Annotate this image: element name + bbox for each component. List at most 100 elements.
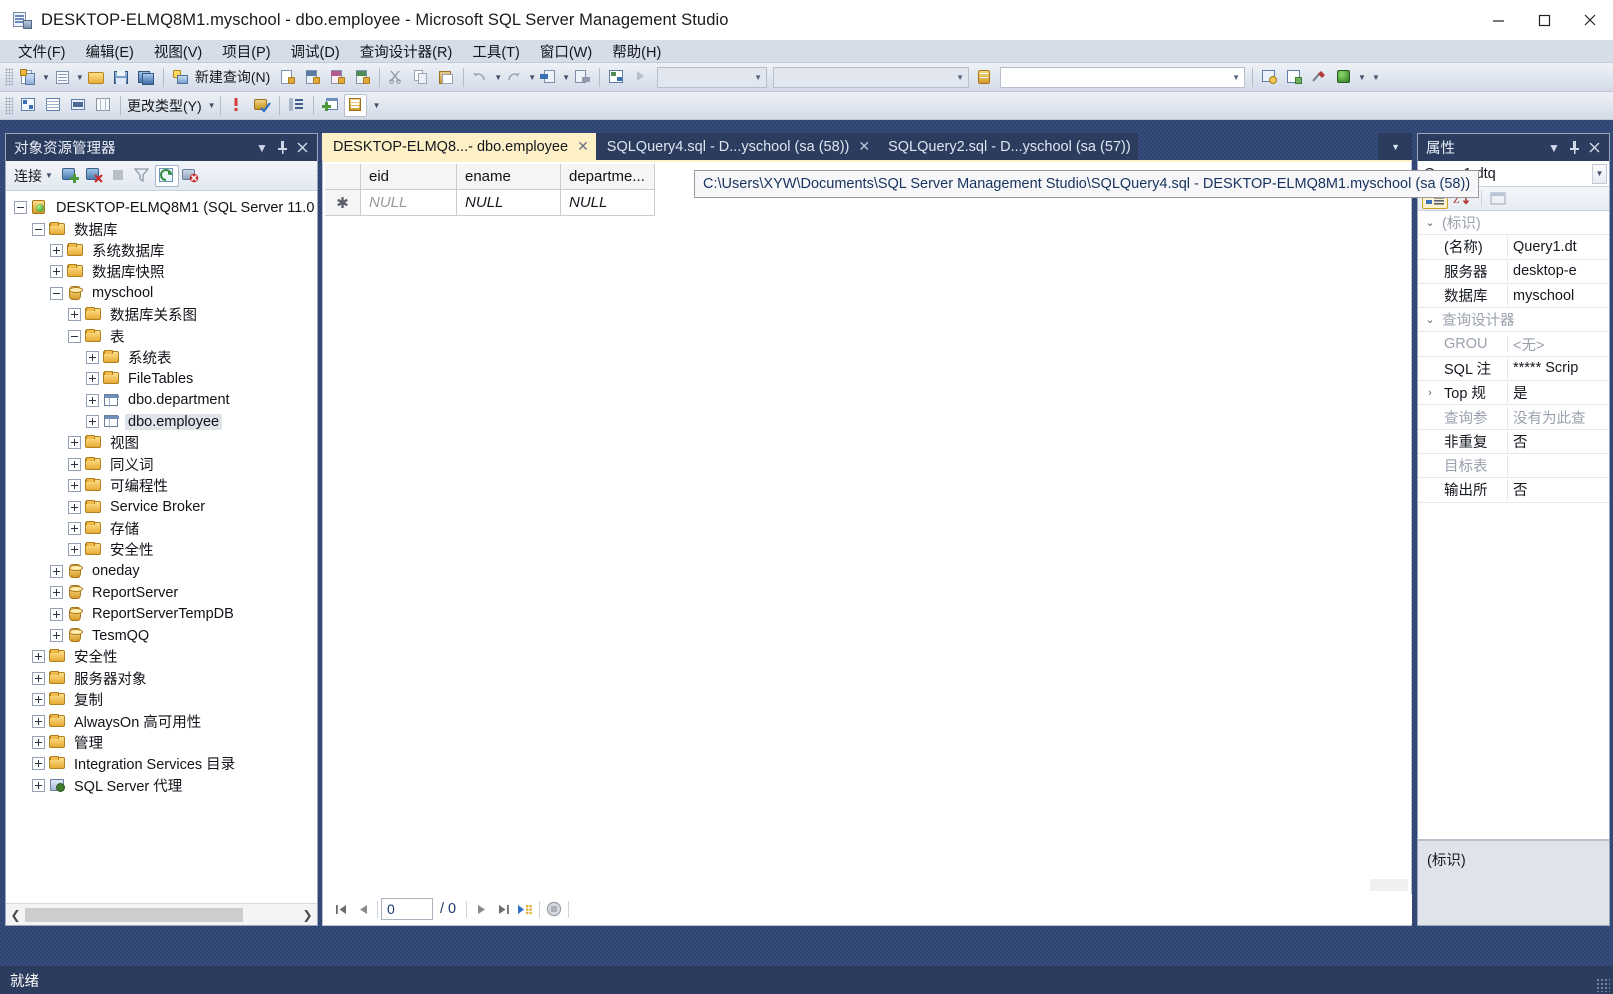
tree-node[interactable]: 数据库快照 — [6, 261, 317, 282]
pin-icon[interactable] — [273, 138, 291, 158]
expand-icon[interactable] — [50, 607, 63, 621]
grid-header-eid[interactable]: eid — [361, 164, 457, 190]
property-row[interactable]: › Top 规是 — [1418, 381, 1609, 406]
tree-node[interactable]: 服务器对象 — [6, 668, 317, 689]
save-all-button[interactable] — [135, 66, 158, 89]
tree-node[interactable]: 系统表 — [6, 347, 317, 368]
tree-node[interactable]: dbo.department — [6, 390, 317, 411]
maximize-button[interactable] — [1521, 0, 1567, 40]
menu-project[interactable]: 项目(P) — [213, 40, 279, 63]
grid-cell-eid[interactable]: NULL — [361, 190, 457, 216]
tree-node[interactable]: oneday — [6, 561, 317, 582]
cut-button[interactable] — [385, 66, 408, 89]
scroll-left-icon[interactable]: ❮ — [6, 905, 25, 925]
tree-node[interactable]: Service Broker — [6, 496, 317, 517]
navigate-backward-button[interactable] — [537, 66, 560, 89]
panel-dropdown-icon[interactable]: ▼ — [253, 138, 271, 158]
property-group-row[interactable]: ⌄ (标识) — [1418, 211, 1609, 236]
tree-node[interactable]: ReportServerTempDB — [6, 603, 317, 624]
last-record-button[interactable] — [492, 898, 514, 920]
tree-node[interactable]: 安全性 — [6, 646, 317, 667]
help-dropdown-icon[interactable]: ▼ — [1358, 73, 1366, 82]
property-value[interactable]: 否 — [1508, 479, 1528, 500]
property-row[interactable]: 输出所否 — [1418, 478, 1609, 503]
toolbar-overflow-icon[interactable]: ▼ — [373, 101, 381, 110]
window-resize-grip-icon[interactable] — [1596, 978, 1610, 992]
cancel-refresh-button[interactable] — [179, 165, 203, 187]
expand-icon[interactable] — [68, 436, 81, 450]
expand-icon[interactable] — [86, 350, 99, 364]
menu-query-designer[interactable]: 查询设计器(R) — [351, 40, 462, 63]
disconnect-object-explorer-button[interactable] — [83, 165, 107, 187]
next-record-button[interactable] — [470, 898, 492, 920]
new-analysis-mdx-query-button[interactable] — [301, 66, 324, 89]
new-row-marker[interactable]: ✱ — [325, 190, 361, 216]
menu-view[interactable]: 视图(V) — [145, 40, 211, 63]
menu-window[interactable]: 窗口(W) — [531, 40, 601, 63]
configuration-tools-button[interactable] — [1308, 66, 1331, 89]
grid-header-department[interactable]: departme... — [561, 164, 655, 190]
tree-node[interactable]: SQL Server 代理 — [6, 775, 317, 796]
property-row[interactable]: SQL 注 ***** Scrip — [1418, 357, 1609, 382]
tree-node[interactable]: Integration Services 目录 — [6, 753, 317, 774]
expand-icon[interactable] — [68, 522, 81, 536]
expand-icon[interactable] — [50, 243, 63, 257]
undo-button[interactable] — [469, 66, 492, 89]
navigate-forward-button[interactable] — [571, 66, 594, 89]
connect-dropdown-icon[interactable]: ▼ — [45, 171, 53, 180]
property-row[interactable]: 目标表 — [1418, 454, 1609, 479]
connect-object-explorer-button[interactable] — [59, 165, 83, 187]
navigate-backward-dropdown-icon[interactable]: ▼ — [562, 73, 570, 82]
tree-node[interactable]: 安全性 — [6, 539, 317, 560]
refresh-button[interactable] — [154, 164, 179, 187]
server-combo[interactable]: ▼ — [773, 66, 970, 88]
new-item-button[interactable] — [51, 66, 74, 89]
object-explorer-tree[interactable]: DESKTOP-ELMQ8M1 (SQL Server 11.0 数据库 系统数据库… — [6, 191, 317, 903]
expand-icon[interactable] — [86, 415, 99, 429]
tree-node[interactable]: 同义词 — [6, 454, 317, 475]
redo-button[interactable] — [503, 66, 526, 89]
property-value[interactable]: <无> — [1508, 334, 1544, 355]
tab-close-icon[interactable]: ✕ — [577, 138, 589, 155]
redo-dropdown-icon[interactable]: ▼ — [528, 73, 536, 82]
tab-sqlquery4[interactable]: SQLQuery4.sql - D...yschool (sa (58)) ✕ — [595, 133, 878, 160]
first-record-button[interactable] — [330, 898, 352, 920]
tree-node[interactable]: 存储 — [6, 518, 317, 539]
add-table-button[interactable] — [319, 94, 342, 117]
tab-sqlquery2[interactable]: SQLQuery2.sql - D...yschool (sa (57)) — [877, 133, 1138, 160]
menu-help[interactable]: 帮助(H) — [603, 40, 670, 63]
new-query-icon-button[interactable] — [169, 66, 192, 89]
object-explorer-details-button[interactable] — [1258, 66, 1281, 89]
current-record-input[interactable] — [381, 898, 433, 920]
property-row[interactable]: 非重复否 — [1418, 430, 1609, 454]
expand-icon[interactable] — [68, 500, 81, 514]
show-results-pane-button[interactable] — [92, 94, 115, 117]
grid-cell-ename[interactable]: NULL — [457, 190, 561, 216]
show-sql-pane-button[interactable] — [67, 94, 90, 117]
menu-tools[interactable]: 工具(T) — [463, 40, 529, 63]
copy-button[interactable] — [410, 66, 433, 89]
filter-button[interactable] — [131, 165, 155, 187]
new-analysis-xmla-query-button[interactable] — [351, 66, 374, 89]
expand-icon[interactable] — [32, 778, 45, 792]
properties-list[interactable]: ⌄ (标识) (名称) Query1.dt 服务器 desktop-e 数据库 myschoo… — [1418, 211, 1609, 839]
tree-node[interactable]: 表 — [6, 325, 317, 346]
scrollbar-thumb[interactable] — [25, 907, 243, 922]
verify-sql-syntax-button[interactable] — [251, 94, 274, 117]
scroll-right-icon[interactable]: ❯ — [298, 905, 317, 925]
show-diagram-pane-button2[interactable] — [17, 94, 40, 117]
expand-icon[interactable] — [68, 543, 81, 557]
pin-icon[interactable] — [1565, 138, 1583, 158]
property-pages-button[interactable] — [1485, 189, 1511, 209]
expand-icon[interactable] — [32, 671, 45, 685]
panel-dropdown-icon[interactable]: ▼ — [1545, 138, 1563, 158]
property-row[interactable]: GROU <无> — [1418, 332, 1609, 357]
collapse-icon[interactable] — [50, 286, 63, 300]
show-criteria-pane-button[interactable] — [42, 94, 65, 117]
open-file-button[interactable] — [85, 66, 108, 89]
expand-icon[interactable] — [68, 457, 81, 471]
new-record-button[interactable] — [514, 898, 536, 920]
save-button[interactable] — [110, 66, 133, 89]
execute-button[interactable] — [630, 66, 653, 89]
template-explorer-button[interactable] — [1283, 66, 1306, 89]
